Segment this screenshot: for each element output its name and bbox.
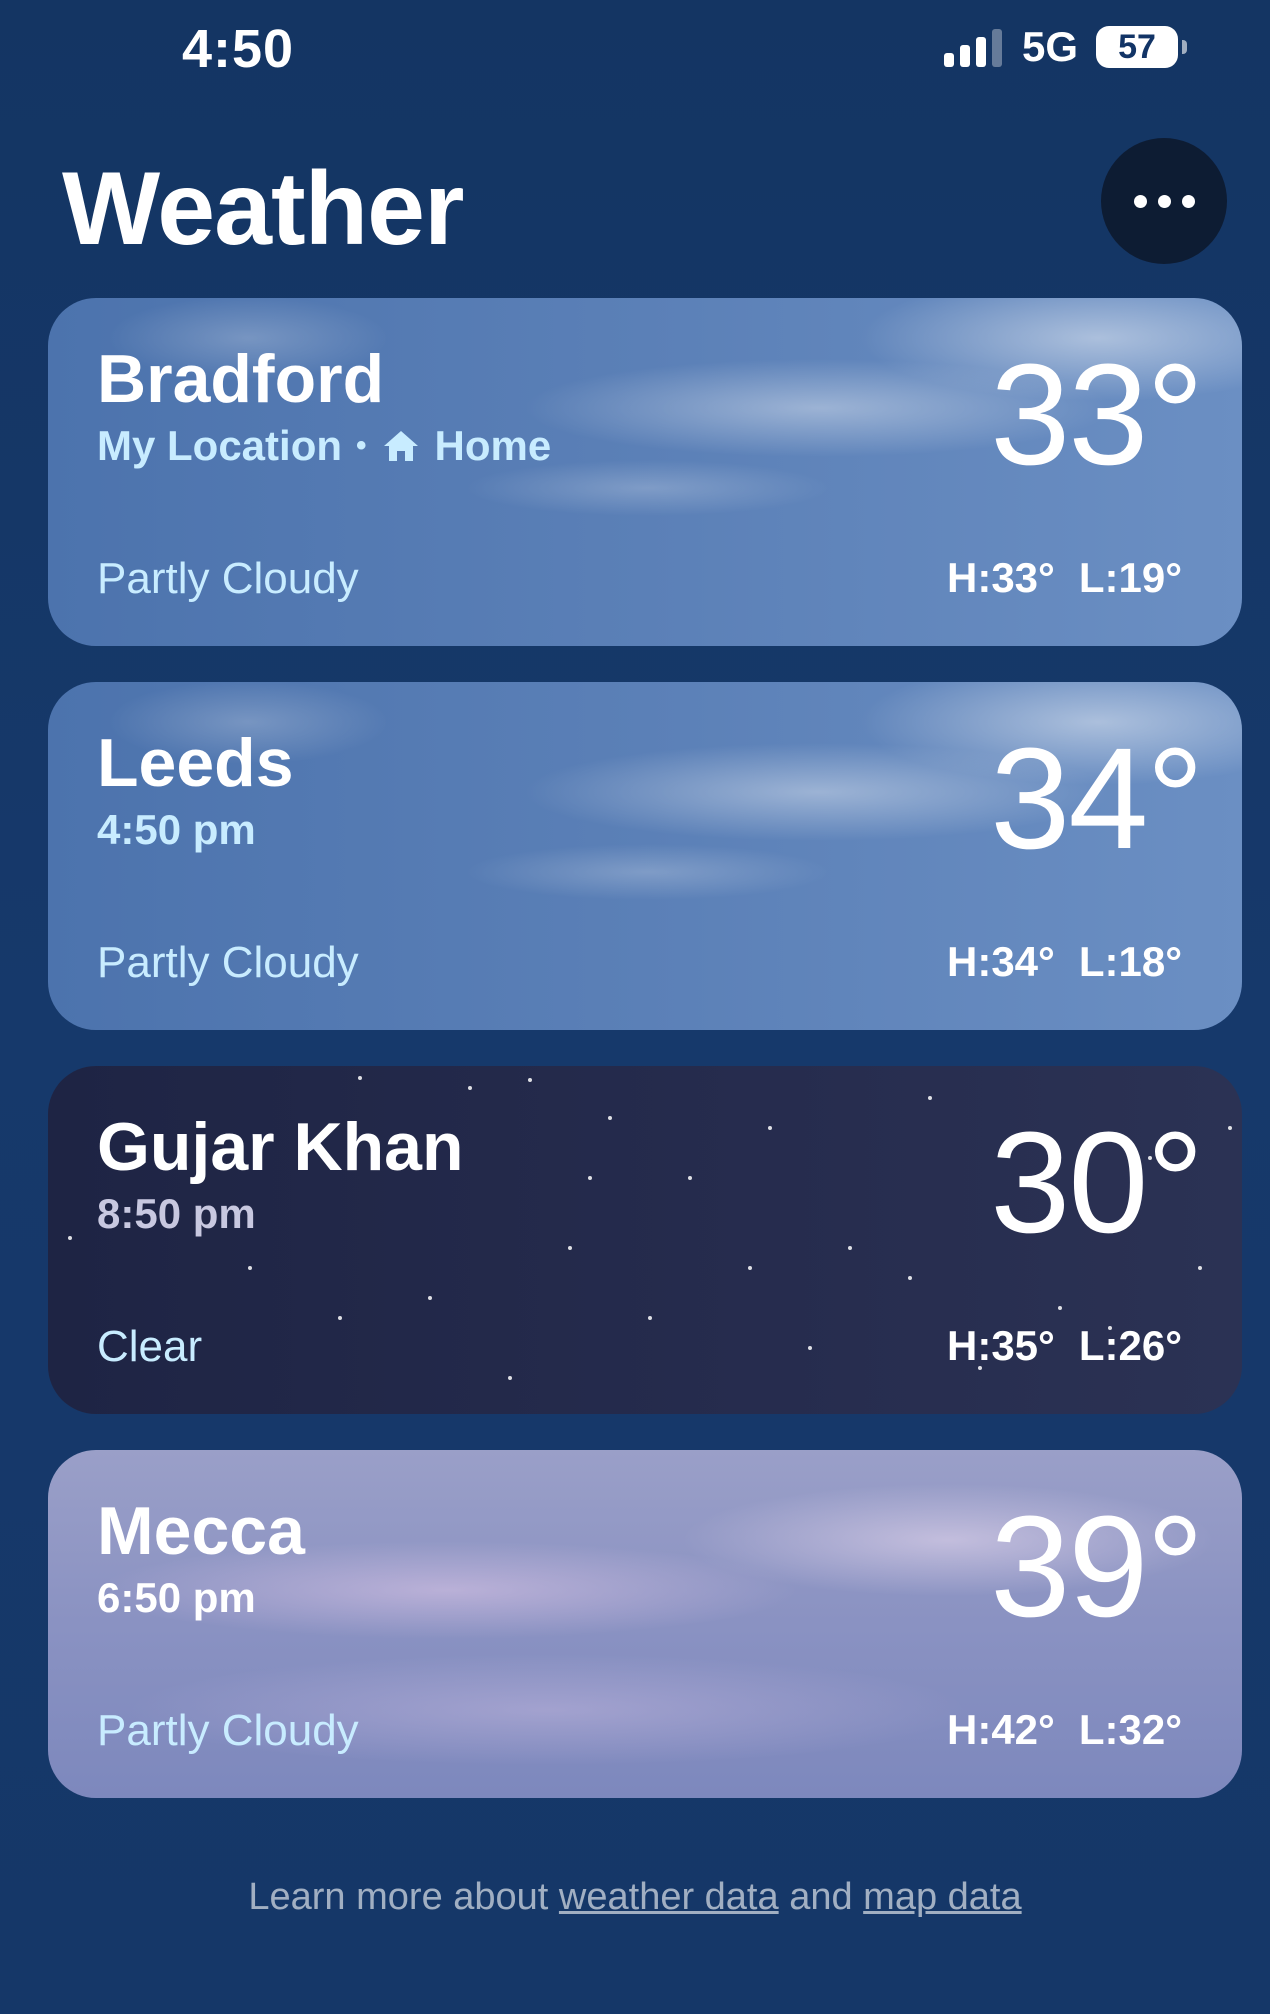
condition: Partly Cloudy — [97, 938, 359, 987]
condition: Partly Cloudy — [97, 554, 359, 603]
location-card-bradford[interactable]: Bradford My Location • Home 33° Partly C… — [48, 298, 1242, 646]
signal-icon — [943, 27, 1002, 67]
condition: Clear — [97, 1322, 203, 1371]
current-temperature: 39° — [990, 1486, 1204, 1647]
current-temperature: 33° — [990, 334, 1204, 495]
status-time: 4:50 — [182, 19, 295, 79]
local-time: 8:50 pm — [97, 1190, 256, 1237]
condition: Partly Cloudy — [97, 1706, 359, 1755]
location-card-gujar-khan[interactable]: Gujar Khan 8:50 pm 30° Clear H:35° L:26° — [48, 1066, 1242, 1414]
city-name: Leeds — [97, 725, 294, 801]
city-name: Bradford — [97, 341, 385, 417]
current-temperature: 30° — [990, 1102, 1204, 1263]
high-low: H:34° L:18° — [947, 938, 1182, 986]
more-options-button[interactable] — [1101, 138, 1227, 264]
footer-note: Learn more about weather data and map da… — [248, 1876, 1022, 1918]
location-subtitle: My Location • Home — [97, 422, 552, 469]
location-card-mecca[interactable]: Mecca 6:50 pm 39° Partly Cloudy H:42° L:… — [48, 1450, 1242, 1798]
city-name: Mecca — [97, 1493, 305, 1569]
high-low: H:35° L:26° — [947, 1322, 1182, 1370]
high-temp: H:34° — [947, 938, 1055, 985]
high-low: H:33° L:19° — [947, 554, 1182, 602]
status-indicators: 5G 57 — [943, 22, 1187, 72]
low-temp: L:18° — [1078, 938, 1182, 985]
battery-icon: 57 — [1096, 26, 1187, 68]
home-icon — [383, 431, 418, 461]
ellipsis-icon — [1133, 194, 1147, 208]
high-temp: H:33° — [947, 554, 1055, 601]
low-temp: L:32° — [1078, 1706, 1182, 1753]
battery-level: 57 — [1118, 27, 1156, 66]
low-temp: L:26° — [1078, 1322, 1182, 1369]
weather-data-link[interactable]: weather data — [559, 1876, 779, 1918]
local-time: 4:50 pm — [97, 806, 256, 853]
weather-screen: 4:50 5G 57 Weather Bradford My Location … — [0, 0, 1270, 2014]
high-temp: H:35° — [947, 1322, 1055, 1369]
low-temp: L:19° — [1078, 554, 1182, 601]
local-time: 6:50 pm — [97, 1574, 256, 1621]
network-type: 5G — [1021, 23, 1078, 70]
my-location-label: My Location — [97, 422, 343, 469]
city-name: Gujar Khan — [97, 1109, 464, 1185]
location-card-leeds[interactable]: Leeds 4:50 pm 34° Partly Cloudy H:34° L:… — [48, 682, 1242, 1030]
current-temperature: 34° — [990, 718, 1204, 879]
page-title: Weather — [62, 151, 464, 267]
map-data-link[interactable]: map data — [863, 1876, 1021, 1918]
home-label: Home — [434, 422, 552, 469]
high-temp: H:42° — [947, 1706, 1055, 1753]
high-low: H:42° L:32° — [947, 1706, 1182, 1754]
